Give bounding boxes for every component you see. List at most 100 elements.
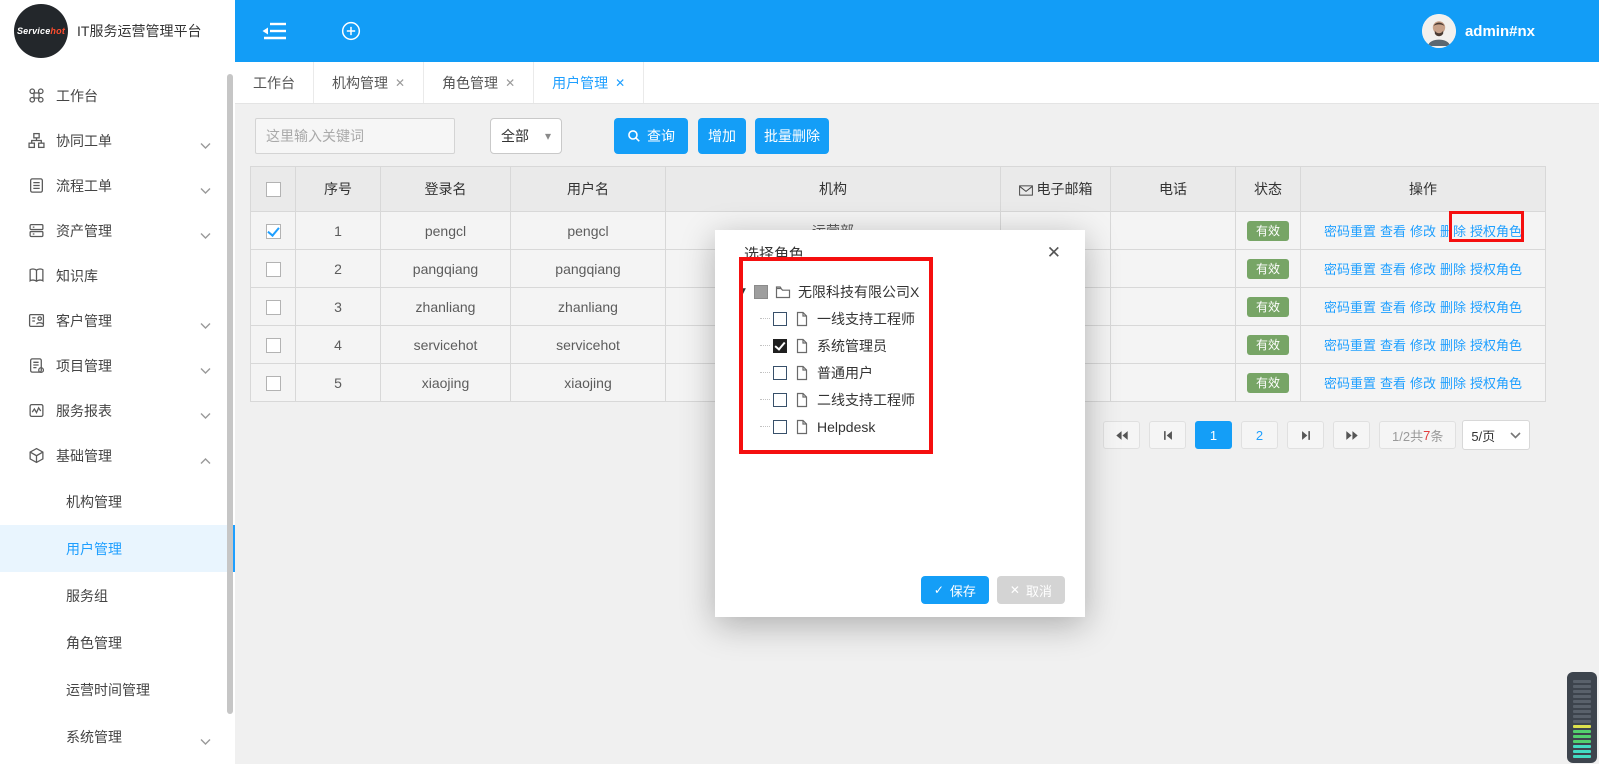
reset-password-link[interactable]: 密码重置: [1324, 300, 1376, 315]
tree-node-role[interactable]: Helpdesk: [738, 413, 919, 440]
sidebar-item-basic-mgmt[interactable]: 基础管理: [0, 433, 235, 478]
row-checkbox[interactable]: [266, 300, 281, 315]
checkbox-unchecked[interactable]: [773, 366, 787, 380]
row-checkbox[interactable]: [266, 376, 281, 391]
sidebar-item-op-time-mgmt[interactable]: 运营时间管理: [0, 666, 235, 713]
last-page-icon: [1345, 430, 1359, 441]
sidebar-item-project-mgmt[interactable]: 项目管理: [0, 343, 235, 388]
cancel-button[interactable]: ✕取消: [997, 576, 1065, 604]
sidebar-item-knowledge-base[interactable]: 知识库: [0, 253, 235, 298]
tree-node-role[interactable]: 一线支持工程师: [738, 305, 919, 332]
batch-delete-button[interactable]: 批量删除: [755, 118, 829, 154]
checkbox-unchecked[interactable]: [773, 420, 787, 434]
user-avatar[interactable]: [1422, 14, 1456, 48]
delete-link[interactable]: 删除: [1440, 338, 1466, 353]
add-circle-icon[interactable]: [338, 19, 368, 43]
save-button[interactable]: ✓保存: [921, 576, 989, 604]
col-org: 机构: [666, 167, 1001, 212]
close-icon[interactable]: ✕: [505, 76, 515, 90]
tree-node-role[interactable]: 二线支持工程师: [738, 386, 919, 413]
add-button[interactable]: 增加: [698, 118, 746, 154]
tree-connector: [760, 372, 770, 373]
view-link[interactable]: 查看: [1380, 262, 1406, 277]
dialog-footer: ✓保存 ✕取消: [921, 576, 1065, 604]
keyword-input[interactable]: [255, 118, 455, 154]
page-size-select[interactable]: 5/页: [1462, 420, 1530, 450]
delete-link[interactable]: 删除: [1440, 262, 1466, 277]
reset-password-link[interactable]: 密码重置: [1324, 338, 1376, 353]
search-icon: [627, 129, 641, 143]
grant-role-link[interactable]: 授权角色: [1470, 224, 1522, 239]
chevron-down-icon: [200, 137, 211, 145]
logo-text: Servicehot: [17, 26, 65, 36]
username[interactable]: admin#nx: [1465, 23, 1535, 40]
page-1-button[interactable]: 1: [1195, 421, 1232, 449]
col-status: 状态: [1236, 167, 1301, 212]
first-page-icon: [1115, 430, 1129, 441]
prev-page-button[interactable]: [1149, 421, 1186, 449]
tree-node-role[interactable]: 普通用户: [738, 359, 919, 386]
grant-role-link[interactable]: 授权角色: [1470, 300, 1522, 315]
row-checkbox[interactable]: [266, 224, 281, 239]
view-link[interactable]: 查看: [1380, 376, 1406, 391]
tree-connector: [760, 426, 770, 427]
sidebar-item-org-mgmt[interactable]: 机构管理: [0, 478, 235, 525]
edit-link[interactable]: 修改: [1410, 224, 1436, 239]
sidebar-item-service-reports[interactable]: 服务报表: [0, 388, 235, 433]
checkbox-indeterminate[interactable]: [754, 285, 768, 299]
row-checkbox[interactable]: [266, 338, 281, 353]
file-icon: [794, 392, 810, 408]
row-checkbox[interactable]: [266, 262, 281, 277]
first-page-button[interactable]: [1103, 421, 1140, 449]
edit-link[interactable]: 修改: [1410, 300, 1436, 315]
close-icon[interactable]: ✕: [615, 76, 625, 90]
file-icon: [794, 338, 810, 354]
delete-link[interactable]: 删除: [1440, 300, 1466, 315]
last-page-button[interactable]: [1333, 421, 1370, 449]
select-all-checkbox[interactable]: [266, 182, 281, 197]
checkbox-unchecked[interactable]: [773, 312, 787, 326]
edit-link[interactable]: 修改: [1410, 376, 1436, 391]
delete-link[interactable]: 删除: [1440, 376, 1466, 391]
sidebar-item-system-mgmt[interactable]: 系统管理: [0, 713, 235, 760]
edit-link[interactable]: 修改: [1410, 262, 1436, 277]
sidebar-item-asset-mgmt[interactable]: 资产管理: [0, 208, 235, 253]
reset-password-link[interactable]: 密码重置: [1324, 376, 1376, 391]
sidebar-item-process-tickets[interactable]: 流程工单: [0, 163, 235, 208]
reset-password-link[interactable]: 密码重置: [1324, 262, 1376, 277]
scope-select[interactable]: 全部 ▾: [490, 118, 562, 154]
sidebar-item-collab-tickets[interactable]: 协同工单: [0, 118, 235, 163]
sidebar-item-user-mgmt[interactable]: 用户管理: [0, 525, 235, 572]
tree-node-role[interactable]: 系统管理员: [738, 332, 919, 359]
sidebar-item-service-group[interactable]: 服务组: [0, 572, 235, 619]
checkbox-checked[interactable]: [773, 339, 787, 353]
grant-role-link[interactable]: 授权角色: [1470, 376, 1522, 391]
next-page-button[interactable]: [1287, 421, 1324, 449]
tab-org-mgmt[interactable]: 机构管理✕: [314, 62, 424, 103]
close-icon[interactable]: ✕: [395, 76, 405, 90]
delete-link[interactable]: 删除: [1440, 224, 1466, 239]
view-link[interactable]: 查看: [1380, 224, 1406, 239]
grant-role-link[interactable]: 授权角色: [1470, 262, 1522, 277]
search-button[interactable]: 查询: [614, 118, 688, 154]
sidebar-item-role-mgmt[interactable]: 角色管理: [0, 619, 235, 666]
sidebar-item-workbench[interactable]: 工作台: [0, 73, 235, 118]
edit-link[interactable]: 修改: [1410, 338, 1436, 353]
grant-role-link[interactable]: 授权角色: [1470, 338, 1522, 353]
sidebar-item-customer-mgmt[interactable]: 客户管理: [0, 298, 235, 343]
view-link[interactable]: 查看: [1380, 300, 1406, 315]
book-icon: [28, 267, 45, 284]
collapse-menu-icon[interactable]: [262, 19, 292, 43]
sidebar-scrollbar[interactable]: [227, 74, 233, 714]
reset-password-link[interactable]: 密码重置: [1324, 224, 1376, 239]
tab-user-mgmt[interactable]: 用户管理✕: [534, 62, 644, 103]
tree-expand-icon[interactable]: ▼: [738, 286, 754, 297]
tree-node-root[interactable]: ▼ 无限科技有限公司X: [738, 278, 919, 305]
pagination: 1 2 1/2共7条 5/页: [1103, 420, 1530, 450]
close-icon[interactable]: ✕: [1047, 243, 1061, 263]
tab-role-mgmt[interactable]: 角色管理✕: [424, 62, 534, 103]
tab-workbench[interactable]: 工作台: [235, 62, 314, 103]
view-link[interactable]: 查看: [1380, 338, 1406, 353]
page-2-button[interactable]: 2: [1241, 421, 1278, 449]
checkbox-unchecked[interactable]: [773, 393, 787, 407]
